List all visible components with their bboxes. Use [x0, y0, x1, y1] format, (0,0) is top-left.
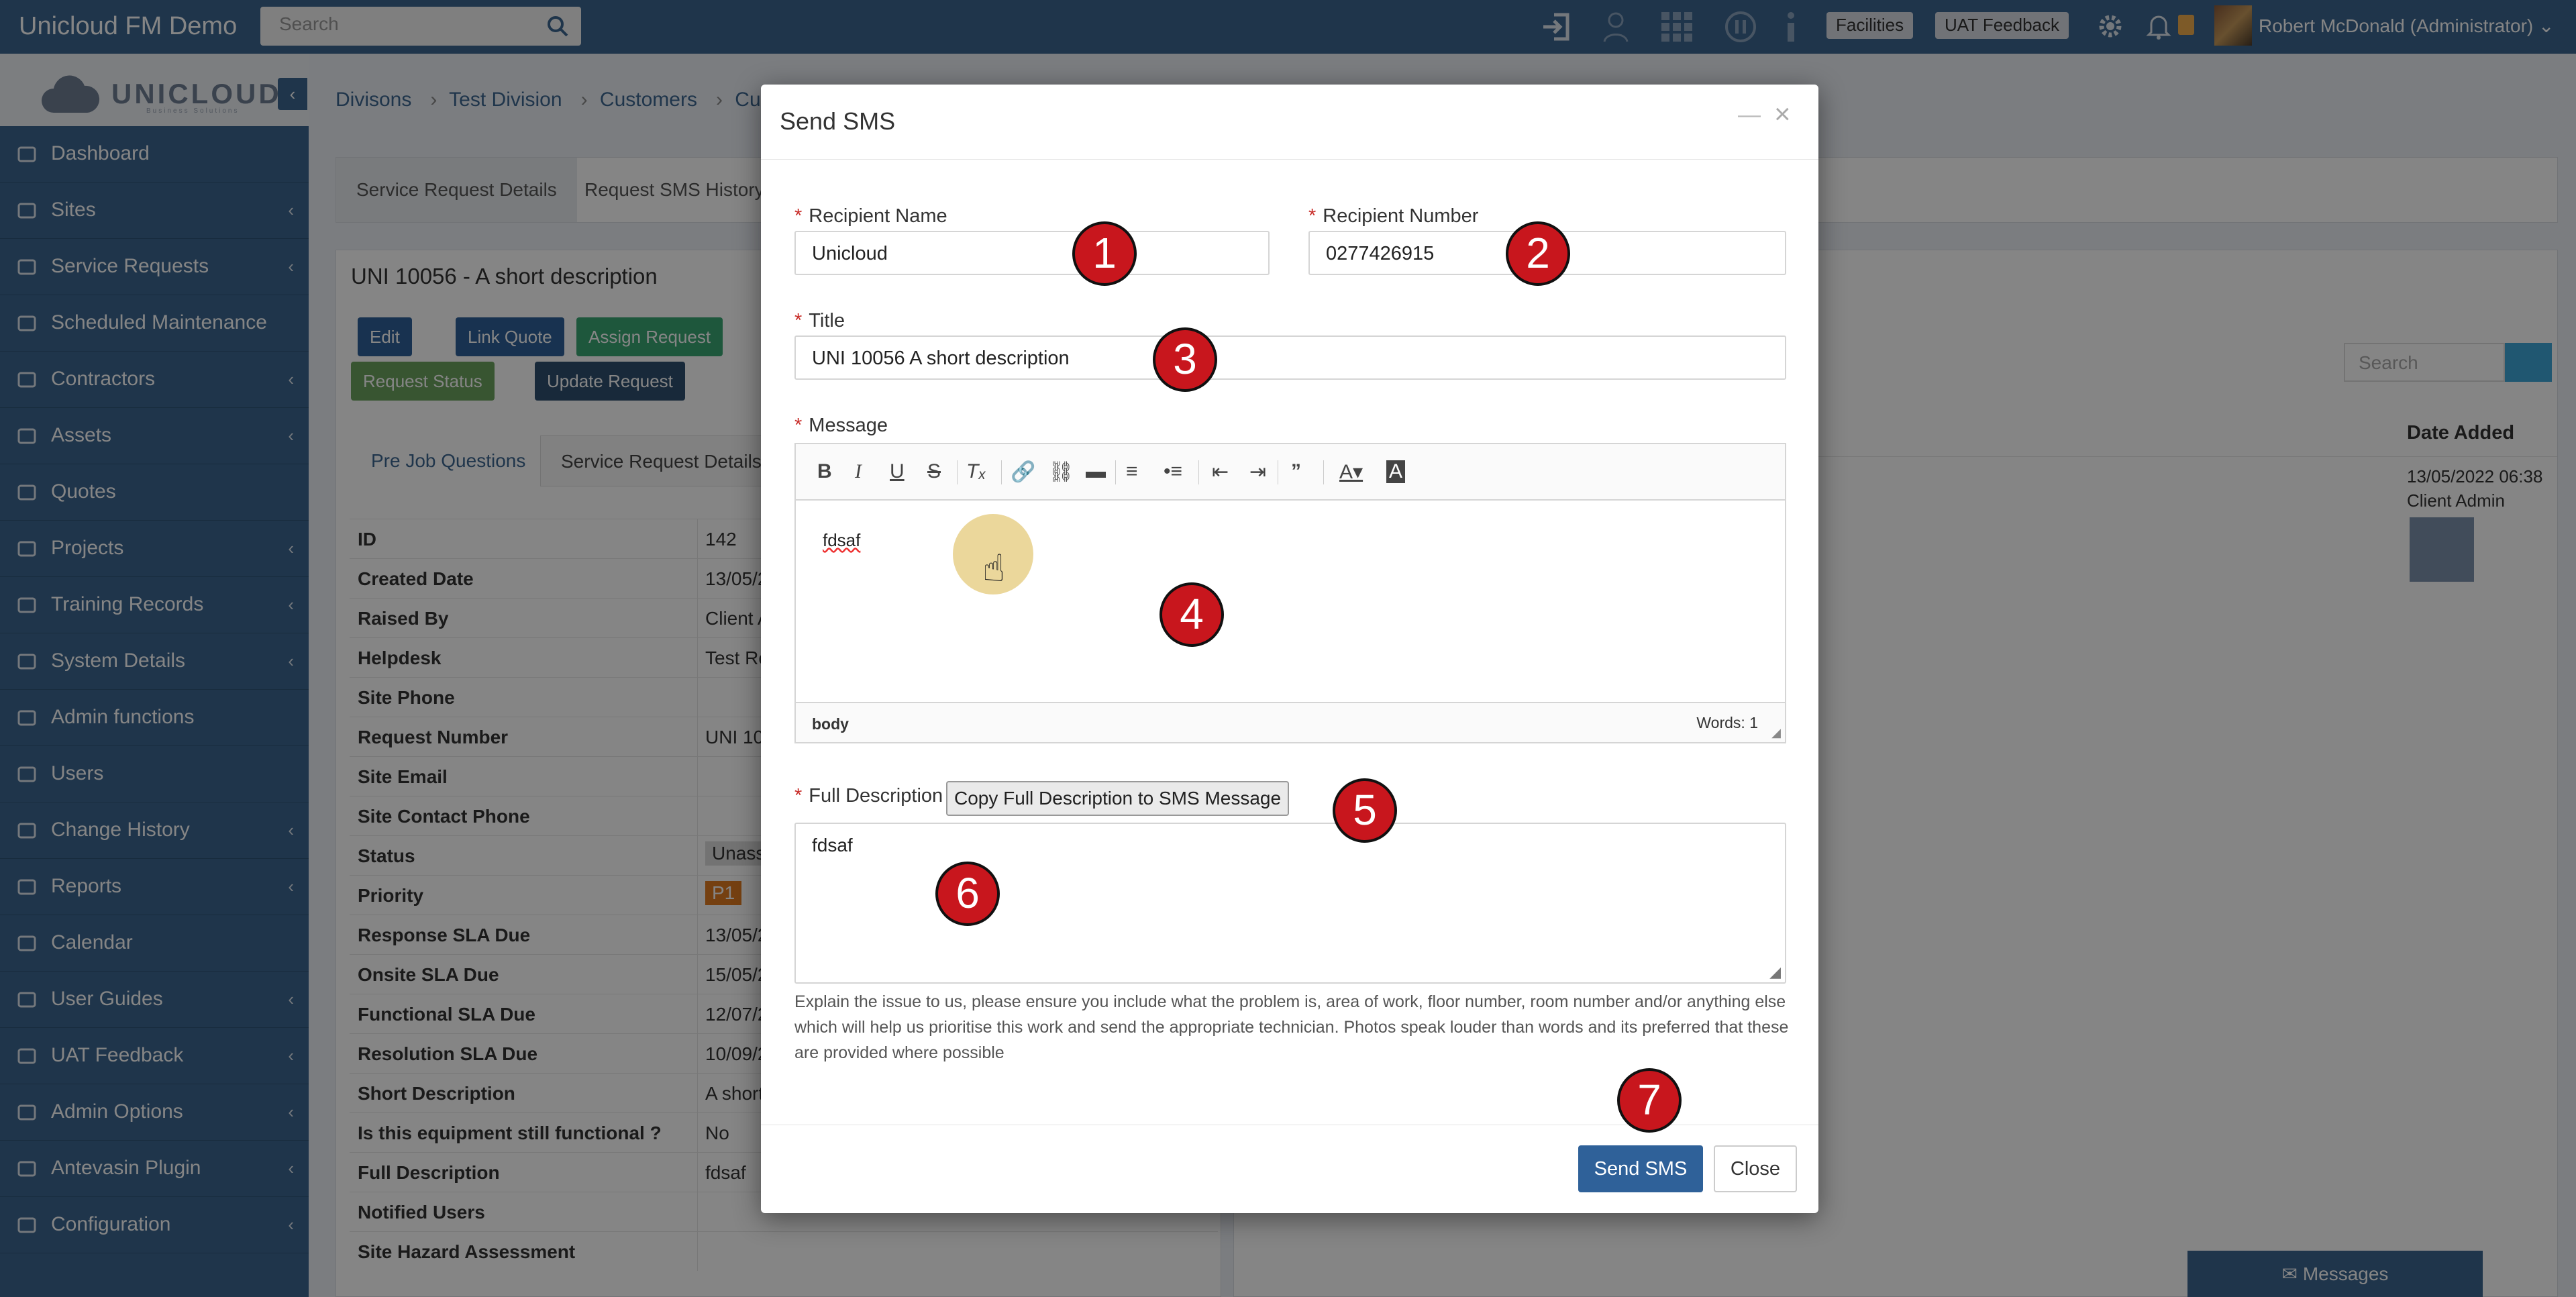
full-description-label: * Full Description: [794, 785, 943, 807]
send-sms-button[interactable]: Send SMS: [1578, 1145, 1703, 1192]
recipient-name-label: * Recipient Name: [794, 205, 947, 227]
bold-icon[interactable]: B: [817, 460, 832, 483]
close-icon[interactable]: ×: [1774, 98, 1791, 130]
message-label: * Message: [794, 415, 888, 436]
horizontal-rule-icon[interactable]: ▬: [1086, 460, 1106, 483]
unlink-icon[interactable]: ⛓: [1048, 460, 1074, 484]
copy-description-button[interactable]: Copy Full Description to SMS Message: [946, 781, 1290, 816]
minimize-icon[interactable]: —: [1738, 102, 1761, 128]
title-label: * Title: [794, 310, 845, 331]
title-input[interactable]: UNI 10056 A short description: [794, 335, 1786, 380]
recipient-number-label: * Recipient Number: [1308, 205, 1479, 227]
recipient-name-input[interactable]: Unicloud: [794, 231, 1270, 275]
message-body-text[interactable]: fdsaf: [823, 530, 860, 551]
strikethrough-icon[interactable]: S: [927, 460, 941, 483]
modal-title: Send SMS: [780, 107, 896, 135]
resize-handle-icon[interactable]: ◢: [1769, 964, 1781, 981]
outdent-icon[interactable]: ⇤: [1212, 460, 1229, 484]
full-description-help: Explain the issue to us, please ensure y…: [794, 992, 1789, 1062]
element-path[interactable]: body: [812, 715, 849, 733]
hand-cursor-icon: ☝: [982, 547, 1006, 589]
modal-header: Send SMS — ×: [761, 85, 1818, 160]
bulleted-list-icon[interactable]: •≡: [1164, 460, 1182, 483]
full-description-text: fdsaf: [812, 835, 853, 855]
resize-handle-icon[interactable]: ◢: [1771, 726, 1781, 740]
editor-toolbar: B I U S Tₓ 🔗 ⛓ ▬ ≡ •≡ ⇤ ⇥ ” A▾ A: [796, 444, 1785, 501]
annotation-marker-7: 7: [1617, 1068, 1682, 1133]
annotation-marker-3: 3: [1153, 327, 1217, 392]
indent-icon[interactable]: ⇥: [1249, 460, 1266, 484]
blockquote-icon[interactable]: ”: [1291, 460, 1301, 483]
background-color-icon[interactable]: A: [1386, 460, 1406, 483]
editor-statusbar: body Words: 1 ◢: [796, 702, 1785, 742]
annotation-marker-1: 1: [1072, 221, 1137, 286]
clear-formatting-icon[interactable]: Tₓ: [966, 460, 986, 483]
close-button[interactable]: Close: [1714, 1145, 1797, 1192]
word-count: Words: 1: [1696, 714, 1758, 731]
italic-icon[interactable]: I: [855, 460, 862, 483]
annotation-marker-5: 5: [1333, 778, 1397, 843]
text-color-icon[interactable]: A▾: [1339, 460, 1363, 484]
link-icon[interactable]: 🔗: [1011, 460, 1035, 484]
message-rich-text-editor[interactable]: B I U S Tₓ 🔗 ⛓ ▬ ≡ •≡ ⇤ ⇥ ” A▾ A fdsaf b…: [794, 443, 1786, 743]
send-sms-modal: Send SMS — × * Recipient Name Unicloud * R…: [761, 85, 1818, 1213]
annotation-marker-4: 4: [1160, 582, 1224, 647]
underline-icon[interactable]: U: [890, 460, 905, 483]
annotation-marker-6: 6: [935, 862, 1000, 926]
modal-footer: Send SMS Close: [761, 1125, 1818, 1213]
annotation-marker-2: 2: [1506, 221, 1570, 286]
numbered-list-icon[interactable]: ≡: [1126, 460, 1138, 483]
